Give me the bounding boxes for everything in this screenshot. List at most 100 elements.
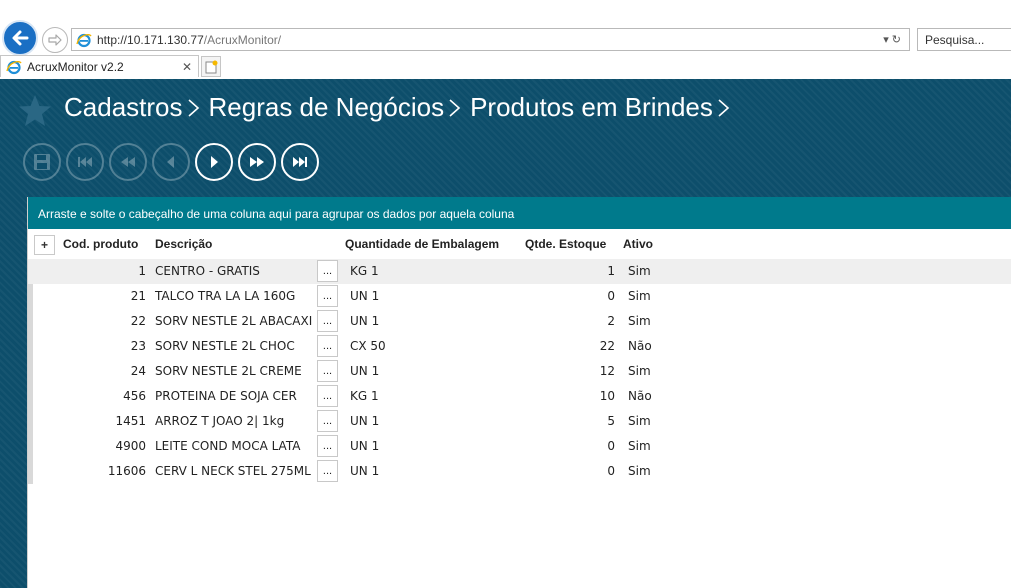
row-details-button[interactable]: ... bbox=[317, 285, 338, 307]
browser-chrome: http://10.171.130.77/AcruxMonitor/ ▾ ↻ P… bbox=[0, 0, 1011, 80]
group-by-bar[interactable]: Arraste e solte o cabeçalho de uma colun… bbox=[28, 197, 1011, 229]
cell-cod-produto: 1 bbox=[138, 264, 146, 278]
cell-ativo: Sim bbox=[628, 464, 651, 478]
table-row[interactable]: 1 CENTRO - GRATIS... KG 1 1 Sim bbox=[28, 259, 1011, 284]
cell-qtd-embalagem: UN 1 bbox=[350, 464, 380, 478]
table-row[interactable]: 1451 ARROZ T JOAO 2| 1kg... UN 1 5 Sim bbox=[28, 409, 1011, 434]
table-row[interactable]: 22 SORV NESTLE 2L ABACAXI... UN 1 2 Sim bbox=[28, 309, 1011, 334]
cell-descricao: TALCO TRA LA LA 160G bbox=[155, 289, 296, 303]
search-input[interactable]: Pesquisa... bbox=[917, 28, 1011, 51]
first-record-icon bbox=[78, 157, 92, 167]
row-details-button[interactable]: ... bbox=[317, 435, 338, 457]
arrow-left-icon bbox=[12, 30, 29, 46]
arrow-right-icon bbox=[48, 34, 62, 46]
cell-ativo: Sim bbox=[628, 439, 651, 453]
cell-descricao: PROTEINA DE SOJA CER bbox=[155, 389, 297, 403]
expand-button[interactable]: + bbox=[34, 235, 55, 255]
table-row[interactable]: 456 PROTEINA DE SOJA CER... KG 1 10 Não bbox=[28, 384, 1011, 409]
cell-descricao: CERV L NECK STEL 275ML bbox=[155, 464, 311, 478]
breadcrumb-item-cadastros[interactable]: Cadastros bbox=[64, 92, 183, 123]
prev-record-button[interactable] bbox=[152, 143, 190, 181]
table-row[interactable]: 11606 CERV L NECK STEL 275ML... UN 1 0 Sim bbox=[28, 459, 1011, 484]
refresh-icon[interactable]: ▾ ↻ bbox=[883, 33, 901, 46]
row-details-button[interactable]: ... bbox=[317, 460, 338, 482]
cell-ativo: Sim bbox=[628, 414, 651, 428]
cell-ativo: Sim bbox=[628, 314, 651, 328]
cell-qtde-estoque: 2 bbox=[607, 314, 615, 328]
chevron-right-icon bbox=[187, 97, 201, 119]
cell-cod-produto: 23 bbox=[130, 339, 146, 353]
cell-cod-produto: 11606 bbox=[107, 464, 146, 478]
next-record-button[interactable] bbox=[195, 143, 233, 181]
ie-logo-icon bbox=[6, 60, 22, 74]
cell-cod-produto: 21 bbox=[130, 289, 146, 303]
cell-qtde-estoque: 5 bbox=[607, 414, 615, 428]
first-record-button[interactable] bbox=[66, 143, 104, 181]
table-row[interactable]: 4900 LEITE COND MOCA LATA... UN 1 0 Sim bbox=[28, 434, 1011, 459]
last-record-button[interactable] bbox=[281, 143, 319, 181]
cell-descricao: CENTRO - GRATIS bbox=[155, 264, 260, 278]
cell-qtde-estoque: 1 bbox=[607, 264, 615, 278]
row-details-button[interactable]: ... bbox=[317, 310, 338, 332]
content-panel: Arraste e solte o cabeçalho de uma colun… bbox=[27, 197, 1011, 588]
address-bar[interactable]: http://10.171.130.77/AcruxMonitor/ ▾ ↻ bbox=[71, 28, 910, 51]
row-details-button[interactable]: ... bbox=[317, 385, 338, 407]
url-path: /AcruxMonitor/ bbox=[203, 32, 282, 47]
cell-qtde-estoque: 0 bbox=[607, 289, 615, 303]
ie-logo-icon bbox=[76, 33, 92, 47]
app-area: Cadastros Regras de Negócios Produtos em… bbox=[0, 79, 1011, 588]
next-page-button[interactable] bbox=[238, 143, 276, 181]
close-icon[interactable]: ✕ bbox=[182, 60, 192, 74]
column-header-qtd-embalagem[interactable]: Quantidade de Embalagem bbox=[345, 237, 499, 251]
breadcrumb-item-produtos-brindes[interactable]: Produtos em Brindes bbox=[470, 92, 713, 123]
column-header-cod-produto[interactable]: Cod. produto bbox=[63, 237, 138, 251]
chevron-right-icon bbox=[717, 97, 731, 119]
row-details-button[interactable]: ... bbox=[317, 410, 338, 432]
save-icon bbox=[34, 154, 50, 170]
row-details-button[interactable]: ... bbox=[317, 335, 338, 357]
cell-qtde-estoque: 22 bbox=[599, 339, 615, 353]
cell-qtd-embalagem: UN 1 bbox=[350, 414, 380, 428]
column-header-descricao[interactable]: Descrição bbox=[155, 237, 212, 251]
back-button[interactable] bbox=[2, 20, 38, 56]
cell-qtd-embalagem: UN 1 bbox=[350, 439, 380, 453]
cell-ativo: Não bbox=[628, 389, 652, 403]
record-toolbar bbox=[23, 143, 319, 181]
table-row[interactable]: 24 SORV NESTLE 2L CREME... UN 1 12 Sim bbox=[28, 359, 1011, 384]
table-row[interactable]: 23 SORV NESTLE 2L CHOC... CX 50 22 Não bbox=[28, 334, 1011, 359]
table-row[interactable]: 21 TALCO TRA LA LA 160G... UN 1 0 Sim bbox=[28, 284, 1011, 309]
cell-ativo: Não bbox=[628, 339, 652, 353]
cell-descricao: ARROZ T JOAO 2| 1kg bbox=[155, 414, 285, 428]
cell-ativo: Sim bbox=[628, 289, 651, 303]
breadcrumb: Cadastros Regras de Negócios Produtos em… bbox=[64, 92, 739, 123]
tab-title: AcruxMonitor v2.2 bbox=[27, 59, 124, 74]
forward-button[interactable] bbox=[42, 27, 68, 53]
grid-header: + Cod. produto Descrição Quantidade de E… bbox=[28, 229, 1011, 259]
cell-qtd-embalagem: KG 1 bbox=[350, 264, 379, 278]
row-details-button[interactable]: ... bbox=[317, 260, 338, 282]
breadcrumb-item-regras[interactable]: Regras de Negócios bbox=[209, 92, 445, 123]
row-details-button[interactable]: ... bbox=[317, 360, 338, 382]
cell-cod-produto: 1451 bbox=[115, 414, 146, 428]
new-tab-icon bbox=[205, 60, 218, 73]
browser-tab[interactable]: AcruxMonitor v2.2 ✕ bbox=[0, 55, 199, 77]
column-header-ativo[interactable]: Ativo bbox=[623, 237, 653, 251]
cell-descricao: SORV NESTLE 2L ABACAXI bbox=[155, 314, 313, 328]
cell-cod-produto: 24 bbox=[130, 364, 146, 378]
column-header-qtde-estoque[interactable]: Qtde. Estoque bbox=[525, 237, 606, 251]
cell-qtde-estoque: 12 bbox=[599, 364, 615, 378]
cell-qtd-embalagem: UN 1 bbox=[350, 314, 380, 328]
cell-qtd-embalagem: UN 1 bbox=[350, 289, 380, 303]
cell-descricao: LEITE COND MOCA LATA bbox=[155, 439, 301, 453]
cell-descricao: SORV NESTLE 2L CHOC bbox=[155, 339, 295, 353]
products-grid: + Cod. produto Descrição Quantidade de E… bbox=[28, 229, 1011, 484]
url-text: http://10.171.130.77/AcruxMonitor/ bbox=[97, 33, 883, 47]
prev-page-button[interactable] bbox=[109, 143, 147, 181]
new-tab-button[interactable] bbox=[201, 56, 221, 77]
prev-page-icon bbox=[121, 157, 135, 167]
star-icon[interactable] bbox=[17, 93, 53, 129]
cell-qtd-embalagem: UN 1 bbox=[350, 364, 380, 378]
save-button[interactable] bbox=[23, 143, 61, 181]
next-page-icon bbox=[250, 157, 264, 167]
url-host: http://10.171.130.77 bbox=[97, 32, 204, 47]
